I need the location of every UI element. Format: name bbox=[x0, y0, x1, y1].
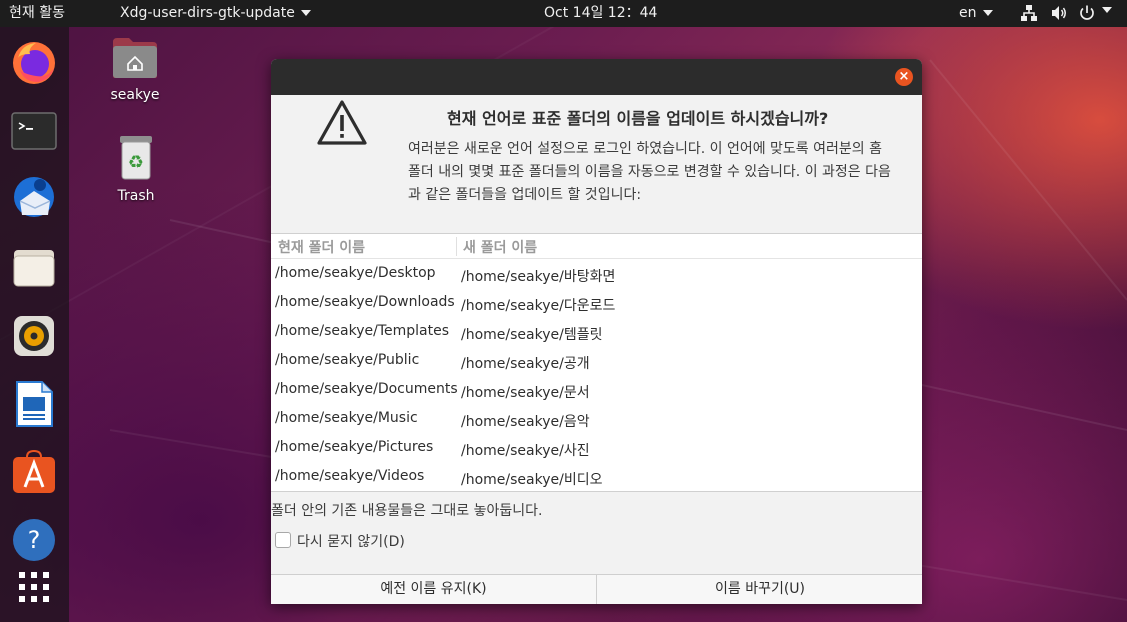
thunderbird-icon[interactable] bbox=[9, 174, 59, 224]
table-row[interactable]: /home/seakye/Pictures /home/seakye/사진 bbox=[271, 434, 922, 463]
dock: ? bbox=[0, 27, 69, 622]
rename-folders-dialog: × 현재 언어로 표준 폴더의 이름을 업데이트 하시겠습니까? 여러분은 새로… bbox=[271, 59, 922, 604]
checkbox-label[interactable]: 다시 묻지 않기(D) bbox=[297, 531, 405, 551]
home-folder-icon bbox=[113, 38, 157, 78]
dialog-title: 현재 언어로 표준 폴더의 이름을 업데이트 하시겠습니까? bbox=[447, 109, 829, 128]
power-icon[interactable] bbox=[1078, 4, 1096, 26]
table-row[interactable]: /home/seakye/Music /home/seakye/음악 bbox=[271, 405, 922, 434]
desktop-home-folder[interactable]: seakye bbox=[107, 36, 163, 103]
column-separator bbox=[456, 237, 457, 256]
folder-rename-table[interactable]: 현재 폴더 이름 새 폴더 이름 /home/seakye/Desktop /h… bbox=[271, 233, 922, 492]
desktop-trash[interactable]: ♻ Trash bbox=[108, 133, 164, 204]
volume-icon[interactable] bbox=[1050, 4, 1068, 26]
chevron-down-icon bbox=[982, 10, 993, 16]
svg-text:?: ? bbox=[28, 526, 41, 554]
trash-icon: ♻ bbox=[120, 136, 152, 180]
current-folder-cell: /home/seakye/Templates bbox=[275, 323, 450, 339]
new-folder-cell: /home/seakye/비디오 bbox=[461, 472, 603, 488]
input-language-menu[interactable]: en bbox=[959, 0, 993, 27]
current-folder-cell: /home/seakye/Videos bbox=[275, 468, 425, 484]
clock[interactable]: Oct 14일 12：44 bbox=[544, 0, 657, 27]
dialog-message: 여러분은 새로운 언어 설정으로 로그인 하였습니다. 이 언어에 맞도록 여러… bbox=[408, 141, 891, 203]
new-folder-cell: /home/seakye/음악 bbox=[461, 414, 590, 430]
activities-button[interactable]: 현재 활동 bbox=[9, 0, 65, 27]
table-row[interactable]: /home/seakye/Public /home/seakye/공개 bbox=[271, 347, 922, 376]
current-folder-cell: /home/seakye/Pictures bbox=[275, 439, 434, 455]
current-folder-cell: /home/seakye/Public bbox=[275, 352, 420, 368]
dialog-button-bar: 예전 이름 유지(K) 이름 바꾸기(U) bbox=[271, 574, 922, 604]
update-names-button[interactable]: 이름 바꾸기(U) bbox=[598, 575, 922, 604]
current-folder-cell: /home/seakye/Desktop bbox=[275, 265, 436, 281]
top-bar: 현재 활동 Xdg-user-dirs-gtk-update Oct 14일 1… bbox=[0, 0, 1127, 27]
column-header-new[interactable]: 새 폴더 이름 bbox=[463, 237, 537, 257]
close-icon[interactable]: × bbox=[895, 68, 913, 86]
trash-label: Trash bbox=[117, 188, 155, 204]
files-icon[interactable] bbox=[9, 243, 59, 293]
table-row[interactable]: /home/seakye/Desktop /home/seakye/바탕화면 bbox=[271, 260, 922, 289]
warning-icon bbox=[317, 100, 367, 145]
keep-old-names-button[interactable]: 예전 이름 유지(K) bbox=[271, 575, 597, 604]
column-header-current[interactable]: 현재 폴더 이름 bbox=[278, 237, 365, 257]
table-header: 현재 폴더 이름 새 폴더 이름 bbox=[271, 234, 922, 259]
current-folder-cell: /home/seakye/Music bbox=[275, 410, 418, 426]
terminal-icon[interactable] bbox=[9, 106, 59, 156]
new-folder-cell: /home/seakye/문서 bbox=[461, 385, 590, 401]
show-apps-icon[interactable] bbox=[9, 562, 59, 612]
svg-text:♻: ♻ bbox=[128, 152, 144, 173]
contents-note: 폴더 안의 기존 내용물들은 그대로 놓아둡니다. bbox=[271, 503, 543, 519]
table-row[interactable]: /home/seakye/Videos /home/seakye/비디오 bbox=[271, 463, 922, 492]
current-folder-cell: /home/seakye/Documents bbox=[275, 381, 458, 397]
table-row[interactable]: /home/seakye/Documents /home/seakye/문서 bbox=[271, 376, 922, 405]
dialog-titlebar[interactable]: × bbox=[271, 59, 922, 95]
app-menu[interactable]: Xdg-user-dirs-gtk-update bbox=[120, 0, 311, 27]
table-row[interactable]: /home/seakye/Templates /home/seakye/템플릿 bbox=[271, 318, 922, 347]
rhythmbox-icon[interactable] bbox=[9, 311, 59, 361]
new-folder-cell: /home/seakye/템플릿 bbox=[461, 327, 603, 343]
input-language-label: en bbox=[959, 5, 977, 21]
help-icon[interactable]: ? bbox=[9, 515, 59, 565]
app-menu-label: Xdg-user-dirs-gtk-update bbox=[120, 5, 295, 21]
new-folder-cell: /home/seakye/사진 bbox=[461, 443, 590, 459]
new-folder-cell: /home/seakye/바탕화면 bbox=[461, 269, 616, 285]
firefox-icon[interactable] bbox=[9, 37, 59, 87]
home-folder-label: seakye bbox=[110, 87, 160, 103]
checkbox-box[interactable] bbox=[275, 532, 291, 548]
current-folder-cell: /home/seakye/Downloads bbox=[275, 294, 455, 310]
new-folder-cell: /home/seakye/공개 bbox=[461, 356, 590, 372]
new-folder-cell: /home/seakye/다운로드 bbox=[461, 298, 616, 314]
ubuntu-software-icon[interactable] bbox=[9, 447, 59, 497]
table-row[interactable]: /home/seakye/Downloads /home/seakye/다운로드 bbox=[271, 289, 922, 318]
network-icon[interactable] bbox=[1020, 4, 1038, 26]
libreoffice-writer-icon[interactable] bbox=[9, 379, 59, 429]
chevron-down-icon bbox=[300, 10, 311, 16]
